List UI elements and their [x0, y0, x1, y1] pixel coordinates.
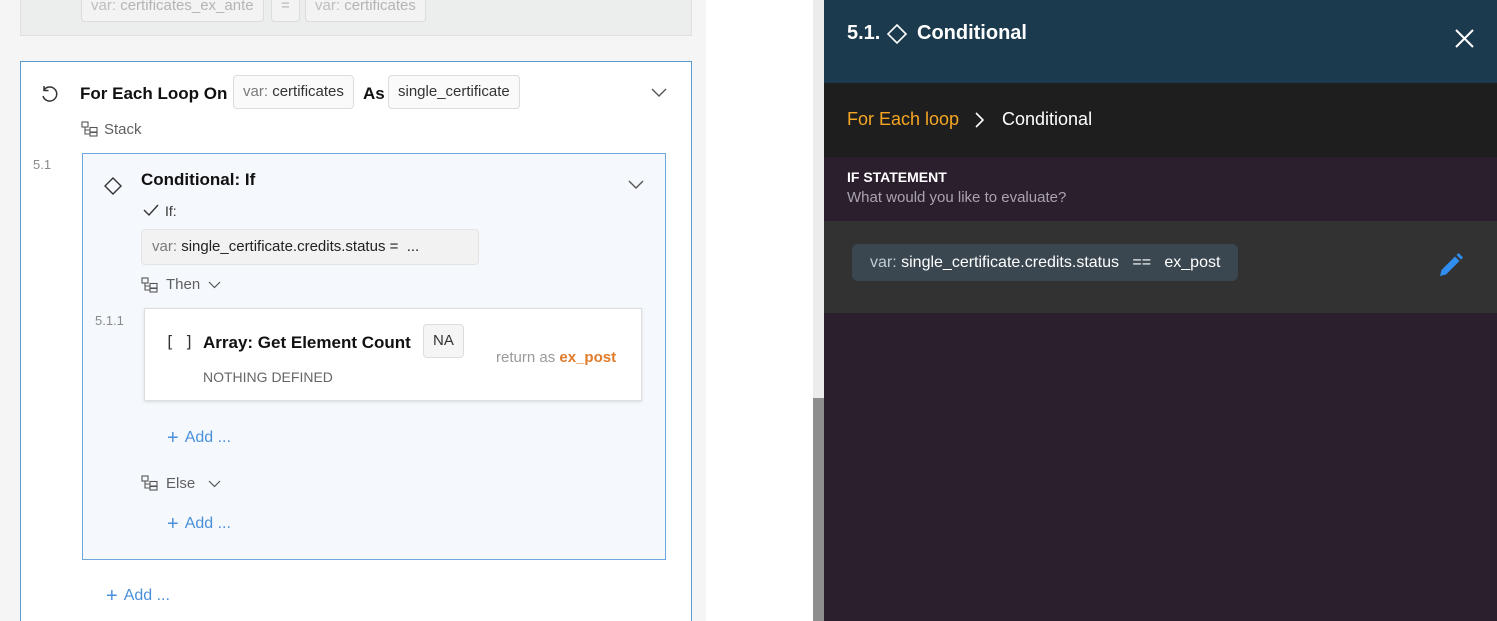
breadcrumb: For Each loop Conditional — [824, 83, 1497, 157]
panel-title: Conditional — [917, 22, 1027, 44]
expression-chip[interactable]: var: single_certificate.credits.status =… — [852, 244, 1239, 281]
branch-icon — [141, 475, 158, 491]
array-step-card[interactable]: [ ] Array: Get Element Count NA NOTHING … — [144, 308, 642, 401]
chevron-right-icon — [975, 112, 985, 128]
properties-panel: 5.1. Conditional For Each loop Condition… — [824, 0, 1497, 621]
loop-title: For Each Loop On — [80, 84, 228, 103]
close-icon[interactable] — [1455, 29, 1474, 48]
if-expression-box[interactable]: var: single_certificate.credits.status =… — [141, 229, 479, 265]
section-subtitle: What would you like to evaluate? — [847, 189, 1067, 206]
conditional-title: Conditional: If — [141, 170, 256, 189]
branch-icon — [141, 277, 158, 293]
chevron-down-icon[interactable] — [208, 281, 221, 289]
canvas-gutter — [706, 0, 813, 621]
then-label[interactable]: Then — [166, 276, 200, 293]
section-title: IF STATEMENT — [847, 169, 947, 185]
stack-icon — [81, 121, 98, 137]
expression-row: var: single_certificate.credits.status =… — [824, 221, 1497, 313]
chevron-down-icon[interactable] — [651, 88, 667, 98]
conditional-step-number: 5.1 — [33, 157, 52, 172]
array-step-subtitle: NOTHING DEFINED — [203, 369, 333, 385]
operator-chip[interactable]: = — [271, 0, 300, 22]
na-badge: NA — [423, 324, 464, 358]
conditional-card[interactable]: Conditional: If If: var: single_certific… — [82, 153, 666, 560]
left-var-chip[interactable]: var: certificates_ex_ante — [81, 0, 264, 22]
panel-step-number: 5.1. — [847, 22, 881, 44]
return-as: return as ex_post — [496, 349, 617, 366]
workflow-canvas: var: certificates_ex_ante = var: certifi… — [0, 0, 706, 621]
then-add-link[interactable]: + Add ... — [167, 427, 231, 450]
loop-var-chip[interactable]: var: certificates — [233, 75, 354, 109]
loop-add-link[interactable]: + Add ... — [106, 585, 170, 608]
diamond-icon — [104, 177, 122, 195]
loop-alias-chip[interactable]: single_certificate — [388, 75, 520, 109]
vertical-scrollbar[interactable] — [813, 0, 824, 621]
else-add-link[interactable]: + Add ... — [167, 513, 231, 536]
breadcrumb-current: Conditional — [1002, 109, 1093, 129]
scrollbar-thumb[interactable] — [813, 398, 824, 621]
breadcrumb-parent[interactable]: For Each loop — [847, 109, 959, 130]
chevron-down-icon[interactable] — [628, 180, 644, 190]
chevron-down-icon[interactable] — [208, 480, 221, 488]
if-label: If: — [165, 203, 177, 219]
stack-label: Stack — [104, 121, 142, 138]
else-label[interactable]: Else — [166, 475, 195, 492]
loop-as-label: As — [363, 84, 385, 103]
check-icon — [143, 204, 159, 217]
previous-step-card[interactable]: var: certificates_ex_ante = var: certifi… — [20, 0, 692, 36]
return-var[interactable]: ex_post — [559, 349, 616, 366]
for-each-loop-card[interactable]: For Each Loop On var: certificates As si… — [20, 61, 692, 621]
loop-icon — [42, 86, 58, 102]
array-step-number: 5.1.1 — [95, 313, 124, 328]
right-var-chip[interactable]: var: certificates — [305, 0, 426, 22]
diamond-icon — [886, 23, 908, 45]
array-step-title: Array: Get Element Count — [203, 333, 411, 352]
array-brackets-icon: [ ] — [165, 332, 194, 351]
panel-header: 5.1. Conditional — [824, 0, 1497, 83]
edit-pencil-icon[interactable] — [1436, 252, 1464, 280]
if-statement-section: IF STATEMENT What would you like to eval… — [824, 157, 1497, 221]
